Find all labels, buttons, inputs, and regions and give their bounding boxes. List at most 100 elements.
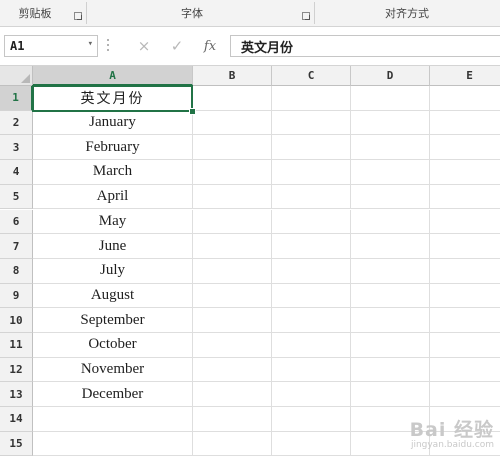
cell-e11[interactable]: [430, 333, 500, 358]
cell-a10[interactable]: September: [33, 308, 193, 333]
cell-e5[interactable]: [430, 185, 500, 210]
spreadsheet-grid[interactable]: A B C D E 1 英文月份 2 January 3 February 4 March 5 April 6…: [0, 66, 500, 456]
cell-d4[interactable]: [351, 160, 430, 185]
cell-a11[interactable]: October: [33, 333, 193, 358]
cell-a14[interactable]: [33, 407, 193, 432]
row-header-6[interactable]: 6: [0, 209, 33, 235]
cell-c10[interactable]: [272, 308, 351, 333]
cell-c7[interactable]: [272, 234, 351, 259]
row-header-1[interactable]: 1: [0, 86, 33, 111]
formula-input[interactable]: 英文月份: [230, 35, 500, 57]
cell-c13[interactable]: [272, 382, 351, 408]
cell-d6[interactable]: [351, 209, 430, 235]
cell-b6[interactable]: [193, 209, 272, 235]
cell-a9[interactable]: August: [33, 283, 193, 309]
clipboard-dialog-launcher-icon[interactable]: [74, 12, 82, 20]
row-header-15[interactable]: 15: [0, 431, 33, 456]
column-header-a[interactable]: A: [33, 66, 193, 86]
cell-c14[interactable]: [272, 407, 351, 432]
row-header-7[interactable]: 7: [0, 234, 33, 259]
cell-c11[interactable]: [272, 333, 351, 358]
row-header-8[interactable]: 8: [0, 258, 33, 284]
name-box[interactable]: A1 ▾: [4, 35, 98, 57]
cell-c3[interactable]: [272, 135, 351, 161]
cell-c6[interactable]: [272, 209, 351, 235]
cell-d12[interactable]: [351, 357, 430, 383]
cell-a3[interactable]: February: [33, 135, 193, 161]
cell-b7[interactable]: [193, 234, 272, 259]
cell-b1[interactable]: [193, 86, 272, 111]
cell-b2[interactable]: [193, 110, 272, 136]
row-header-11[interactable]: 11: [0, 333, 33, 358]
fill-handle[interactable]: [189, 107, 196, 115]
row-header-12[interactable]: 12: [0, 357, 33, 383]
cell-d7[interactable]: [351, 234, 430, 259]
cell-a8[interactable]: July: [33, 258, 193, 284]
chevron-down-icon[interactable]: ▾: [88, 39, 93, 49]
formula-bar-grip-icon[interactable]: [107, 39, 110, 53]
cell-b8[interactable]: [193, 258, 272, 284]
cell-b11[interactable]: [193, 333, 272, 358]
cell-a15[interactable]: [33, 431, 193, 456]
font-dialog-launcher-icon[interactable]: [302, 12, 310, 20]
row-header-5[interactable]: 5: [0, 184, 33, 210]
cell-a12[interactable]: November: [33, 357, 193, 383]
cell-b4[interactable]: [193, 160, 272, 185]
cell-d2[interactable]: [351, 110, 430, 136]
cell-b10[interactable]: [193, 308, 272, 333]
cell-e13[interactable]: [430, 382, 500, 408]
cell-c15[interactable]: [272, 431, 351, 456]
column-header-c[interactable]: C: [272, 66, 351, 86]
insert-function-button[interactable]: fx: [199, 36, 221, 56]
cell-d9[interactable]: [351, 283, 430, 309]
cell-c12[interactable]: [272, 357, 351, 383]
row-header-9[interactable]: 9: [0, 283, 33, 309]
cell-e9[interactable]: [430, 284, 500, 309]
cell-e4[interactable]: [430, 160, 500, 185]
cell-e12[interactable]: [430, 358, 500, 383]
row-header-2[interactable]: 2: [0, 110, 33, 136]
cell-a5[interactable]: April: [33, 184, 193, 210]
cell-b14[interactable]: [193, 407, 272, 432]
cell-b15[interactable]: [193, 431, 272, 456]
cell-b3[interactable]: [193, 135, 272, 161]
cell-e8[interactable]: [430, 259, 500, 284]
cell-b9[interactable]: [193, 283, 272, 309]
cell-d5[interactable]: [351, 184, 430, 210]
row-header-3[interactable]: 3: [0, 135, 33, 161]
cell-b13[interactable]: [193, 382, 272, 408]
cell-c8[interactable]: [272, 258, 351, 284]
cell-a4[interactable]: March: [33, 160, 193, 185]
cell-a1[interactable]: 英文月份: [33, 86, 193, 111]
row-header-10[interactable]: 10: [0, 308, 33, 333]
cell-a2[interactable]: January: [33, 110, 193, 136]
cell-d3[interactable]: [351, 135, 430, 161]
cell-d8[interactable]: [351, 258, 430, 284]
cell-a7[interactable]: June: [33, 234, 193, 259]
cell-e1[interactable]: [430, 86, 500, 111]
cell-d11[interactable]: [351, 333, 430, 358]
column-header-e[interactable]: E: [430, 66, 500, 86]
row-header-4[interactable]: 4: [0, 160, 33, 185]
cell-d13[interactable]: [351, 382, 430, 408]
cell-c2[interactable]: [272, 110, 351, 136]
cell-c9[interactable]: [272, 283, 351, 309]
cell-e6[interactable]: [430, 210, 500, 235]
enter-check-icon[interactable]: ✓: [166, 36, 188, 56]
cell-e10[interactable]: [430, 308, 500, 333]
cell-b12[interactable]: [193, 357, 272, 383]
cell-c5[interactable]: [272, 184, 351, 210]
cell-e7[interactable]: [430, 234, 500, 259]
cell-d10[interactable]: [351, 308, 430, 333]
row-header-14[interactable]: 14: [0, 407, 33, 432]
cell-a6[interactable]: May: [33, 209, 193, 235]
cell-c4[interactable]: [272, 160, 351, 185]
cell-d1[interactable]: [351, 86, 430, 111]
cell-e2[interactable]: [430, 111, 500, 136]
cell-a13[interactable]: December: [33, 382, 193, 408]
select-all-corner[interactable]: [0, 66, 33, 86]
column-header-b[interactable]: B: [193, 66, 272, 86]
cell-c1[interactable]: [272, 86, 351, 111]
row-header-13[interactable]: 13: [0, 382, 33, 408]
cancel-icon[interactable]: ×: [133, 36, 155, 56]
